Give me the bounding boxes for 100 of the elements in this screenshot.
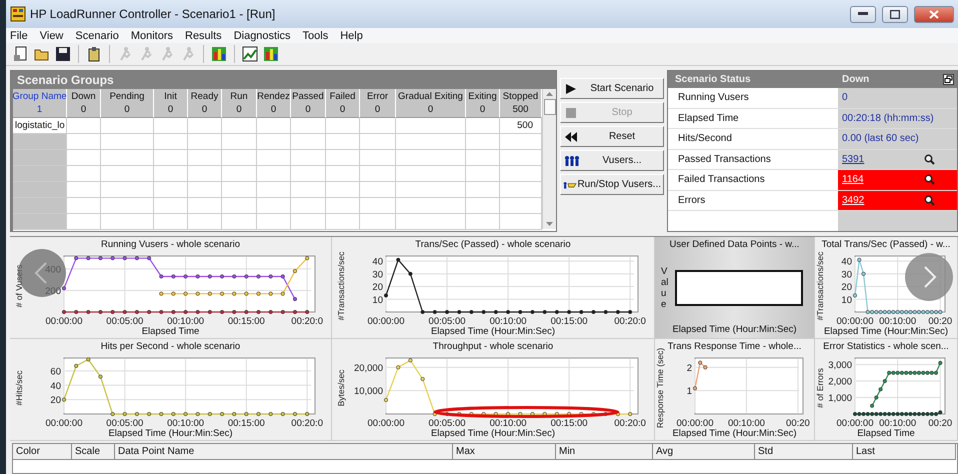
axis-label: Elapsed Time (Hour:Min:Sec) xyxy=(107,428,234,440)
tick-label: 00:20:0 xyxy=(291,418,323,429)
tick-label: 2 xyxy=(686,362,692,374)
tick-label: 00:00:00 xyxy=(368,418,404,429)
tick-label: 00:10:00 xyxy=(490,418,527,429)
tick-label: 1 xyxy=(686,386,692,398)
menu-item[interactable]: Monitors xyxy=(130,30,173,42)
tick-label: 00:20 xyxy=(786,418,810,429)
tick-label: 00:05:00 xyxy=(428,418,466,429)
menu-item[interactable]: Scenario xyxy=(75,30,119,42)
tick-label: 00:05:00 xyxy=(106,418,144,429)
axis-label: #Transactions/sec xyxy=(336,252,346,320)
tick-label: 00:00:00 xyxy=(676,418,714,429)
column-total: 0 xyxy=(168,103,174,116)
tick-label: 00:15:00 xyxy=(228,316,265,327)
tick-label: 10,000 xyxy=(354,386,383,398)
tick-label: 10 xyxy=(841,294,852,306)
graph-panel[interactable]: Trans Response Time - whole... Response Time (sec) 1 2 00:00:00 00:10:00 00:20 Elapsed Time (Hour:Min:Sec) xyxy=(655,339,815,441)
menu-item[interactable]: Tools xyxy=(302,30,328,42)
column-header: Exiting xyxy=(468,90,497,103)
axis-label: #Hits/sec xyxy=(14,370,24,406)
status-label: Elapsed Time xyxy=(677,112,740,126)
tick-label: 10 xyxy=(372,294,383,306)
vusers-button[interactable]: Run/Stop Vusers... xyxy=(560,174,664,195)
tick-label: 00:10:00 xyxy=(490,316,527,327)
chart-title: Throughput - whole scenario xyxy=(432,340,554,354)
menu-item[interactable]: File xyxy=(10,30,28,42)
axis-label: Elapsed Time (Hour:Min:Sec) xyxy=(430,428,556,440)
menu-item[interactable]: Help xyxy=(340,30,363,42)
graph-panel[interactable]: Trans/Sec (Passed) - whole scenario #Transactions/sec 10 20 30 40 00:00:00 00:05:00 00:10:00 00:15:00 00:20:0 Elapsed Time (Hour:Min:Sec) xyxy=(332,237,655,339)
tick-label: 1,000 xyxy=(828,393,852,404)
tick-label: 40 xyxy=(372,256,383,268)
tick-label: 00:05:00 xyxy=(428,316,466,327)
axis-label: # of Vusers xyxy=(14,264,24,308)
column-total: 0 xyxy=(480,103,486,116)
column-total: 0 xyxy=(236,103,242,116)
tick-label: 00:10:00 xyxy=(728,418,765,429)
column-header[interactable]: Min xyxy=(556,444,653,460)
axis-label: Elapsed Time xyxy=(856,428,916,440)
menu-item[interactable]: Diagnostics xyxy=(234,30,291,42)
axis-label: Elapsed Time (Hour:Min:Sec) xyxy=(430,326,556,338)
column-header: Rendez xyxy=(257,90,290,103)
axis-label: Elapsed Time (Hour:Min:Sec) xyxy=(671,324,798,336)
tick-label: 00:20 xyxy=(928,316,952,327)
status-link[interactable]: 1164 xyxy=(842,174,864,186)
window-title: HP LoadRunner Controller - Scenario1 - [Run] xyxy=(30,7,276,21)
tick-label: 00:10:00 xyxy=(167,316,204,327)
menu-item[interactable]: Results xyxy=(185,30,222,42)
column-header: Init xyxy=(164,90,177,103)
tick-label: 00:15:00 xyxy=(550,316,588,327)
chart-title: Running Vusers - whole scenario xyxy=(100,238,242,252)
table-cell: 500 xyxy=(500,118,542,134)
graph-panel[interactable]: User Defined Data Points - w... Value Elapsed Time (Hour:Min:Sec) xyxy=(655,237,815,339)
chart-title: User Defined Data Points - w... xyxy=(668,238,800,252)
reset-button[interactable]: Reset xyxy=(560,126,664,147)
status-value: 0 xyxy=(842,92,848,104)
column-header: Ready xyxy=(190,90,218,103)
column-header: Pending xyxy=(110,90,144,103)
tick-label: 20 xyxy=(372,282,383,294)
column-header[interactable]: Avg xyxy=(653,444,755,460)
column-header: Error xyxy=(366,90,388,103)
column-header[interactable]: Max xyxy=(453,444,556,460)
column-total: 1 xyxy=(36,103,42,116)
tick-label: 20 xyxy=(50,395,61,406)
column-header[interactable]: Color xyxy=(13,444,72,460)
axis-label: Response Time (sec) xyxy=(655,348,665,428)
tick-label: 40 xyxy=(841,256,852,268)
tick-label: 00:00:00 xyxy=(836,418,874,429)
column-header: Group Name xyxy=(13,90,67,103)
tick-label: 00:00:00 xyxy=(836,316,874,327)
tick-label: 00:00:00 xyxy=(46,418,82,429)
menu-item[interactable]: View xyxy=(40,30,64,42)
start-button[interactable]: Start Scenario xyxy=(560,78,664,99)
column-total: 0 xyxy=(305,103,311,116)
vusers-button[interactable]: Vusers... xyxy=(560,150,664,171)
chart-title: Total Trans/Sec (Passed) - w... xyxy=(820,238,952,252)
tick-label: 3,000 xyxy=(828,360,852,372)
column-header: Stopped xyxy=(502,90,538,103)
column-total: 500 xyxy=(512,103,528,116)
column-header[interactable]: Data Point Name xyxy=(115,444,453,460)
column-header: Passed xyxy=(292,90,324,103)
tick-label: 20 xyxy=(841,282,852,294)
column-total: 0 xyxy=(80,103,86,116)
panel-header: Scenario Groups xyxy=(16,72,115,89)
column-total: 0 xyxy=(124,103,130,116)
tick-label: 00:20 xyxy=(928,418,952,429)
column-header[interactable]: Scale xyxy=(72,444,115,460)
column-header: Failed xyxy=(330,90,356,103)
tick-label: 00:20:0 xyxy=(614,316,646,327)
axis-label: Elapsed Time (Hour:Min:Sec) xyxy=(822,326,950,338)
status-link[interactable]: 5391 xyxy=(842,154,864,165)
graph-panel[interactable]: Hits per Second - whole scenario #Hits/sec 20 40 60 00:00:00 00:05:00 00:10:00 00:15:00 00:20:0 Elapsed Time (Hour:Min:Sec) xyxy=(10,339,332,441)
axis-label: Elapsed Time (Hour:Min:Sec) xyxy=(671,428,798,440)
column-header[interactable]: Std xyxy=(755,444,853,460)
column-header[interactable]: Last xyxy=(853,444,956,460)
axis-label: #Transactions/sec xyxy=(815,252,825,320)
chart-title: Error Statistics - whole scen... xyxy=(822,340,950,354)
panel-header: Scenario Status xyxy=(674,74,752,85)
status-value: 00:20:18 (hh:mm:ss) xyxy=(842,112,934,124)
status-link[interactable]: 3492 xyxy=(842,194,864,206)
